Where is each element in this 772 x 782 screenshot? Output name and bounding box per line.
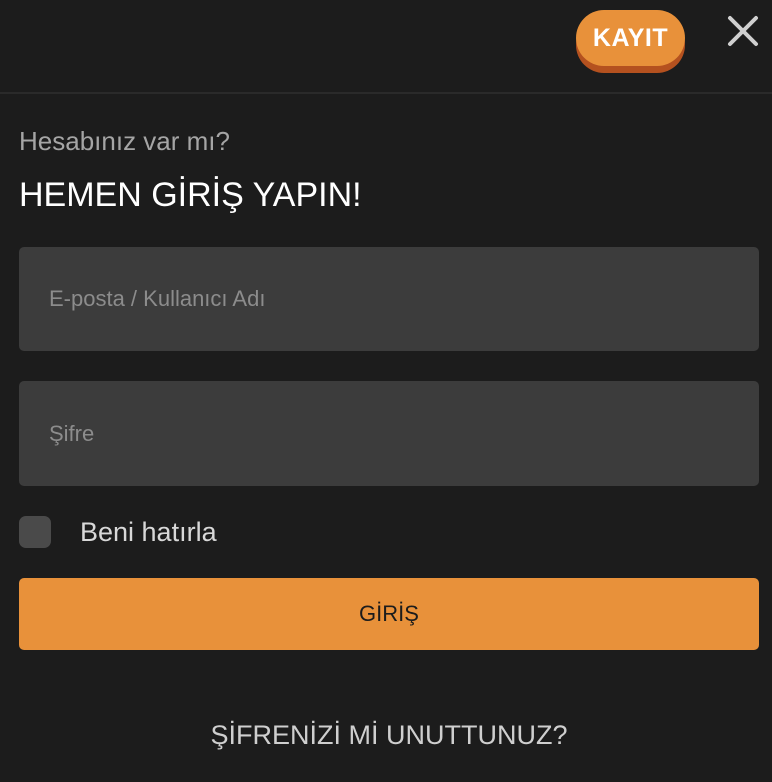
- login-subtitle: Hesabınız var mı?: [19, 126, 230, 156]
- login-modal: KAYIT Hesabınız var mı? HEMEN GİRİŞ YAPI…: [0, 0, 772, 782]
- modal-header: KAYIT: [0, 0, 772, 94]
- close-icon: [728, 16, 758, 46]
- login-title: HEMEN GİRİŞ YAPIN!: [19, 176, 362, 214]
- forgot-password-link[interactable]: ŞİFRENİZİ Mİ UNUTTUNUZ?: [0, 720, 772, 751]
- login-button[interactable]: GİRİŞ: [19, 578, 759, 650]
- remember-me[interactable]: Beni hatırla: [19, 516, 217, 548]
- password-field[interactable]: [19, 381, 759, 486]
- close-button[interactable]: [724, 12, 762, 50]
- email-field[interactable]: [19, 247, 759, 351]
- remember-label: Beni hatırla: [80, 516, 217, 547]
- remember-checkbox[interactable]: [19, 516, 51, 548]
- register-button[interactable]: KAYIT: [576, 10, 685, 66]
